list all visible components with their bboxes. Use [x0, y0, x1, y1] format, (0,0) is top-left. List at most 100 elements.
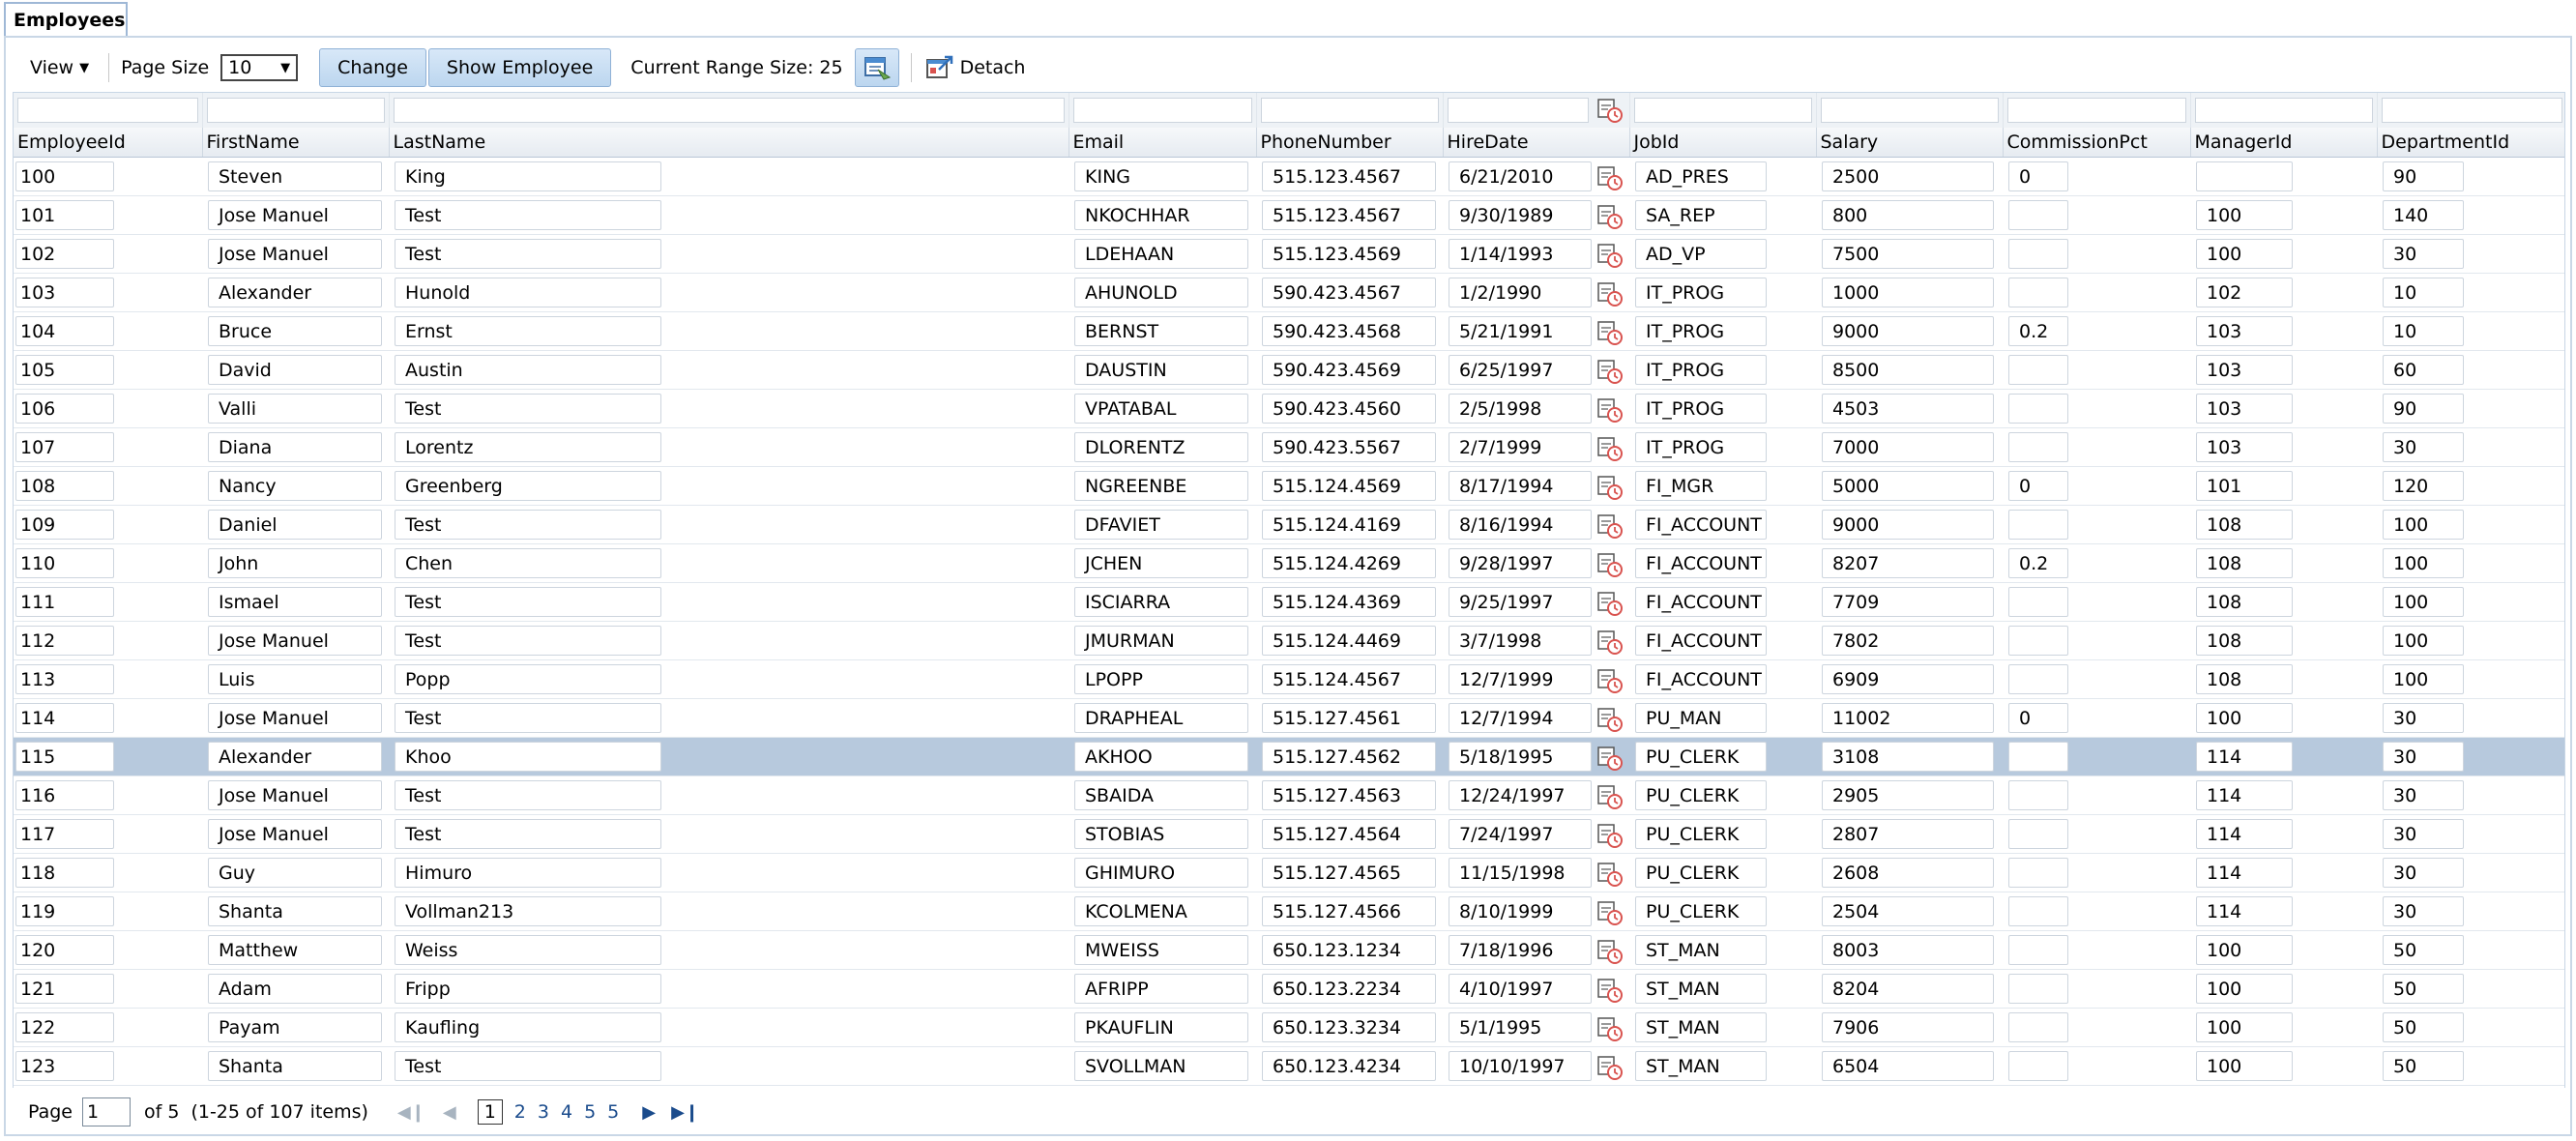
table-row[interactable]: 104 Bruce Ernst BERNST 590.423.4568 5/21/1991… — [14, 311, 2564, 351]
email-field[interactable]: BERNST — [1074, 316, 1248, 346]
column-header-firstname[interactable]: FirstName — [202, 128, 390, 158]
column-header-managerid[interactable]: ManagerId — [2190, 128, 2378, 158]
salary-field[interactable]: 2905 — [1822, 780, 1994, 810]
calendar-icon[interactable] — [1596, 396, 1624, 427]
employeeid-field[interactable]: 119 — [15, 896, 114, 926]
calendar-icon[interactable] — [1596, 203, 1624, 234]
lastname-field[interactable]: Test — [395, 510, 661, 540]
hiredate-field[interactable]: 11/15/1998 — [1449, 858, 1592, 888]
employeeid-field[interactable]: 114 — [15, 703, 114, 733]
departmentid-field[interactable]: 30 — [2383, 432, 2464, 462]
managerid-field[interactable]: 100 — [2196, 239, 2293, 269]
departmentid-field[interactable]: 50 — [2383, 1012, 2464, 1042]
salary-field[interactable]: 3108 — [1822, 742, 1994, 772]
show-employee-button[interactable]: Show Employee — [427, 48, 612, 87]
firstname-field[interactable]: Guy — [208, 858, 382, 888]
employeeid-field[interactable]: 111 — [15, 587, 114, 617]
jobid-field[interactable]: PU_CLERK — [1635, 896, 1767, 926]
lastname-field[interactable]: Test — [395, 200, 661, 230]
lastname-field[interactable]: King — [395, 161, 661, 191]
column-header-lastname[interactable]: LastName — [389, 128, 1069, 158]
salary-field[interactable]: 7906 — [1822, 1012, 1994, 1042]
table-row[interactable]: 121 Adam Fripp AFRIPP 650.123.2234 4/10/1997 S… — [14, 969, 2564, 1009]
firstname-field[interactable]: John — [208, 548, 382, 578]
salary-field[interactable]: 9000 — [1822, 510, 1994, 540]
phonenumber-field[interactable]: 650.123.1234 — [1262, 935, 1436, 965]
hiredate-field[interactable]: 12/7/1994 — [1449, 703, 1592, 733]
phonenumber-field[interactable]: 590.423.5567 — [1262, 432, 1436, 462]
lastname-field[interactable]: Hunold — [395, 278, 661, 307]
departmentid-field[interactable]: 10 — [2383, 278, 2464, 307]
calendar-icon[interactable] — [1596, 977, 1624, 1008]
commissionpct-field[interactable] — [2008, 935, 2068, 965]
hiredate-field[interactable]: 3/7/1998 — [1449, 626, 1592, 656]
departmentid-field[interactable]: 50 — [2383, 1051, 2464, 1081]
commissionpct-field[interactable]: 0 — [2008, 471, 2068, 501]
commissionpct-field[interactable] — [2008, 664, 2068, 694]
jobid-field[interactable]: FI_ACCOUNT — [1635, 548, 1767, 578]
email-field[interactable]: MWEISS — [1074, 935, 1248, 965]
employeeid-field[interactable]: 115 — [15, 742, 114, 772]
commissionpct-field[interactable] — [2008, 355, 2068, 385]
firstname-field[interactable]: Jose Manuel — [208, 780, 382, 810]
hiredate-field[interactable]: 8/17/1994 — [1449, 471, 1592, 501]
calendar-icon[interactable] — [1596, 97, 1624, 124]
firstname-field[interactable]: Steven — [208, 161, 382, 191]
firstname-field[interactable]: Jose Manuel — [208, 200, 382, 230]
salary-field[interactable]: 7500 — [1822, 239, 1994, 269]
hiredate-field[interactable]: 9/25/1997 — [1449, 587, 1592, 617]
calendar-icon[interactable] — [1596, 1015, 1624, 1046]
jobid-field[interactable]: PU_CLERK — [1635, 780, 1767, 810]
column-header-jobid[interactable]: JobId — [1629, 128, 1817, 158]
lastname-field[interactable]: Test — [395, 819, 661, 849]
employeeid-field[interactable]: 105 — [15, 355, 114, 385]
departmentid-field[interactable]: 120 — [2383, 471, 2464, 501]
departmentid-field[interactable]: 60 — [2383, 355, 2464, 385]
departmentid-field[interactable]: 30 — [2383, 780, 2464, 810]
phonenumber-field[interactable]: 515.123.4567 — [1262, 161, 1436, 191]
filter-jobid[interactable] — [1633, 98, 1812, 123]
phonenumber-field[interactable]: 590.423.4568 — [1262, 316, 1436, 346]
departmentid-field[interactable]: 100 — [2383, 548, 2464, 578]
filter-email[interactable] — [1072, 98, 1252, 123]
managerid-field[interactable]: 100 — [2196, 935, 2293, 965]
commissionpct-field[interactable] — [2008, 1051, 2068, 1081]
employeeid-field[interactable]: 107 — [15, 432, 114, 462]
departmentid-field[interactable]: 30 — [2383, 896, 2464, 926]
column-header-hiredate[interactable]: HireDate — [1443, 128, 1630, 158]
email-field[interactable]: KCOLMENA — [1074, 896, 1248, 926]
departmentid-field[interactable]: 140 — [2383, 200, 2464, 230]
hiredate-field[interactable]: 8/10/1999 — [1449, 896, 1592, 926]
calendar-icon[interactable] — [1596, 783, 1624, 814]
calendar-icon[interactable] — [1596, 280, 1624, 311]
salary-field[interactable]: 800 — [1822, 200, 1994, 230]
table-row[interactable]: 112 Jose Manuel Test JMURMAN 515.124.4469 3/7… — [14, 621, 2564, 660]
first-page-icon[interactable]: ◀❙ — [397, 1102, 425, 1123]
employeeid-field[interactable]: 103 — [15, 278, 114, 307]
jobid-field[interactable]: PU_CLERK — [1635, 819, 1767, 849]
employeeid-field[interactable]: 100 — [15, 161, 114, 191]
employeeid-field[interactable]: 112 — [15, 626, 114, 656]
hiredate-field[interactable]: 2/7/1999 — [1449, 432, 1592, 462]
phonenumber-field[interactable]: 515.124.4469 — [1262, 626, 1436, 656]
phonenumber-field[interactable]: 515.123.4569 — [1262, 239, 1436, 269]
hiredate-field[interactable]: 5/18/1995 — [1449, 742, 1592, 772]
phonenumber-field[interactable]: 515.124.4567 — [1262, 664, 1436, 694]
email-field[interactable]: DRAPHEAL — [1074, 703, 1248, 733]
salary-field[interactable]: 2500 — [1822, 161, 1994, 191]
managerid-field[interactable]: 114 — [2196, 780, 2293, 810]
calendar-icon[interactable] — [1596, 164, 1624, 195]
lastname-field[interactable]: Test — [395, 587, 661, 617]
lastname-field[interactable]: Kaufling — [395, 1012, 661, 1042]
calendar-icon[interactable] — [1596, 590, 1624, 621]
salary-field[interactable]: 4503 — [1822, 394, 1994, 424]
commissionpct-field[interactable] — [2008, 510, 2068, 540]
calendar-icon[interactable] — [1596, 938, 1624, 969]
salary-field[interactable]: 7000 — [1822, 432, 1994, 462]
email-field[interactable]: GHIMURO — [1074, 858, 1248, 888]
departmentid-field[interactable]: 100 — [2383, 510, 2464, 540]
firstname-field[interactable]: Luis — [208, 664, 382, 694]
firstname-field[interactable]: Diana — [208, 432, 382, 462]
salary-field[interactable]: 8003 — [1822, 935, 1994, 965]
managerid-field[interactable]: 108 — [2196, 510, 2293, 540]
